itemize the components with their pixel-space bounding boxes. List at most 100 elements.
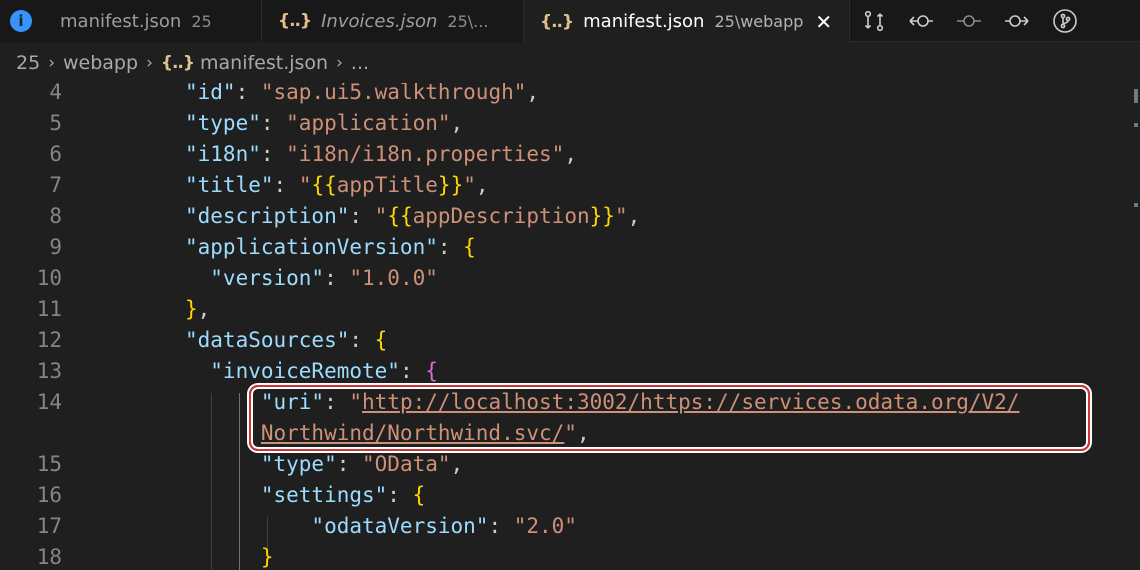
- code-line[interactable]: 17 "odataVersion": "2.0": [0, 511, 1130, 542]
- code-token: "version": [185, 266, 325, 290]
- json-icon: {..}: [160, 53, 195, 73]
- code-token: :: [260, 142, 287, 166]
- code-text: "id": "sap.ui5.walkthrough",: [185, 83, 539, 108]
- code-token: "invoiceRemote": [185, 359, 400, 383]
- chevron-right-icon: ›: [336, 53, 343, 73]
- previous-change-icon[interactable]: [908, 9, 934, 33]
- code-token: ,: [450, 111, 464, 135]
- code-line[interactable]: 4 "id": "sap.ui5.walkthrough",: [0, 83, 1130, 108]
- code-line[interactable]: 10 "version": "1.0.0": [0, 263, 1130, 294]
- code-line[interactable]: 8 "description": "{{appDescription}}",: [0, 201, 1130, 232]
- code-token: "1.0.0": [349, 266, 438, 290]
- line-number: 12: [36, 328, 62, 352]
- code-text: "type": "application",: [185, 108, 463, 139]
- code-text: "odataVersion": "2.0": [185, 511, 577, 542]
- code-token: "description": [185, 204, 350, 228]
- code-token: {{: [387, 204, 413, 228]
- code-token: :: [336, 452, 363, 476]
- next-change-icon[interactable]: [1004, 9, 1030, 33]
- line-number: 16: [36, 483, 62, 507]
- code-text: "i18n": "i18n/i18n.properties",: [185, 139, 577, 170]
- code-text: "type": "OData",: [185, 449, 463, 480]
- code-line[interactable]: 15 "type": "OData",: [0, 449, 1130, 480]
- code-token: appDescription: [412, 204, 590, 228]
- editor-actions: [862, 0, 1078, 42]
- line-number: 9: [49, 235, 62, 259]
- code-token: :: [273, 173, 299, 197]
- tab-bar: i manifest.json 25 {..} Invoices.json 25…: [0, 0, 1140, 43]
- code-editor[interactable]: 4 "id": "sap.ui5.walkthrough", 5 "type": "a…: [0, 83, 1130, 570]
- code-line[interactable]: 18 }: [0, 542, 1130, 570]
- code-text: "version": "1.0.0": [185, 263, 438, 294]
- code-token: ,: [627, 204, 641, 228]
- line-number: 10: [36, 266, 62, 290]
- git-graph-icon[interactable]: [1052, 8, 1078, 34]
- chevron-right-icon: ›: [146, 53, 153, 73]
- minimap-scrollbar[interactable]: [1130, 83, 1140, 570]
- code-token: ": [614, 204, 628, 228]
- code-token: ,: [475, 173, 489, 197]
- code-token: {: [412, 483, 426, 507]
- tab-description: 25: [191, 11, 212, 31]
- tab-label: manifest.json: [583, 11, 705, 32]
- line-number: 13: [36, 359, 62, 383]
- breadcrumb-file[interactable]: manifest.json: [200, 52, 328, 74]
- code-token: "type": [185, 111, 261, 135]
- tab-label: manifest.json: [60, 10, 182, 32]
- tab-description: 25\...: [447, 11, 489, 31]
- code-token: :: [349, 328, 375, 352]
- code-line[interactable]: 6 "i18n": "i18n/i18n.properties",: [0, 139, 1130, 170]
- tab-manifest-json-25[interactable]: i manifest.json 25: [0, 0, 262, 42]
- code-token: "settings": [185, 483, 388, 507]
- compare-changes-icon[interactable]: [862, 9, 886, 33]
- breadcrumb-folder-webapp[interactable]: webapp: [63, 52, 138, 74]
- code-token: "odataVersion": [185, 514, 489, 538]
- code-line[interactable]: 12 "dataSources": {: [0, 325, 1130, 356]
- code-token: :: [260, 111, 287, 135]
- code-token: :: [324, 266, 350, 290]
- code-token: "sap.ui5.walkthrough": [260, 83, 527, 104]
- chevron-right-icon: ›: [48, 53, 55, 73]
- code-token: {: [463, 235, 476, 259]
- code-token: }: [185, 545, 274, 569]
- line-number: 6: [49, 142, 62, 166]
- code-line[interactable]: 16 "settings": {: [0, 480, 1130, 511]
- tab-invoices-json[interactable]: {..} Invoices.json 25\...: [262, 0, 524, 42]
- code-token: ": [298, 173, 312, 197]
- tab-description: 25\webapp: [714, 12, 804, 31]
- highlight-box: [249, 385, 1090, 451]
- breadcrumb-folder-25[interactable]: 25: [16, 52, 40, 74]
- code-text: "applicationVersion": {: [185, 232, 476, 263]
- code-token: appTitle: [336, 173, 438, 197]
- code-token: ": [374, 204, 388, 228]
- code-line[interactable]: 5 "type": "application",: [0, 108, 1130, 139]
- minimap-mark: [1134, 203, 1138, 207]
- code-line[interactable]: 11},: [0, 294, 1130, 325]
- tab-manifest-json-webapp[interactable]: {..} manifest.json 25\webapp ✕: [524, 0, 850, 43]
- line-number: 14: [36, 390, 62, 414]
- code-line[interactable]: 13 "invoiceRemote": {: [0, 356, 1130, 387]
- code-text: "title": "{{appTitle}}",: [185, 170, 489, 201]
- code-line[interactable]: 9 "applicationVersion": {: [0, 232, 1130, 263]
- breadcrumb-symbol[interactable]: ...: [351, 52, 369, 74]
- line-number: 15: [36, 452, 62, 476]
- close-icon[interactable]: ✕: [815, 10, 832, 34]
- code-token: "i18n": [185, 142, 261, 166]
- code-text: "settings": {: [185, 480, 425, 511]
- code-line[interactable]: 7 "title": "{{appTitle}}",: [0, 170, 1130, 201]
- tab-label: Invoices.json: [321, 10, 438, 32]
- code-token: {: [425, 359, 438, 383]
- info-icon: i: [10, 10, 32, 32]
- code-token: :: [488, 514, 514, 538]
- json-icon: {..}: [540, 11, 574, 32]
- code-token: "OData": [362, 452, 451, 476]
- line-number: 11: [36, 297, 62, 321]
- code-token: "dataSources": [185, 328, 350, 352]
- json-icon: {..}: [278, 11, 312, 31]
- code-token: "title": [185, 173, 274, 197]
- code-token: "id": [185, 83, 236, 104]
- timeline-icon[interactable]: [956, 9, 982, 33]
- code-text: "description": "{{appDescription}}",: [185, 201, 640, 232]
- minimap-mark: [1134, 123, 1138, 127]
- line-number: 17: [36, 514, 62, 538]
